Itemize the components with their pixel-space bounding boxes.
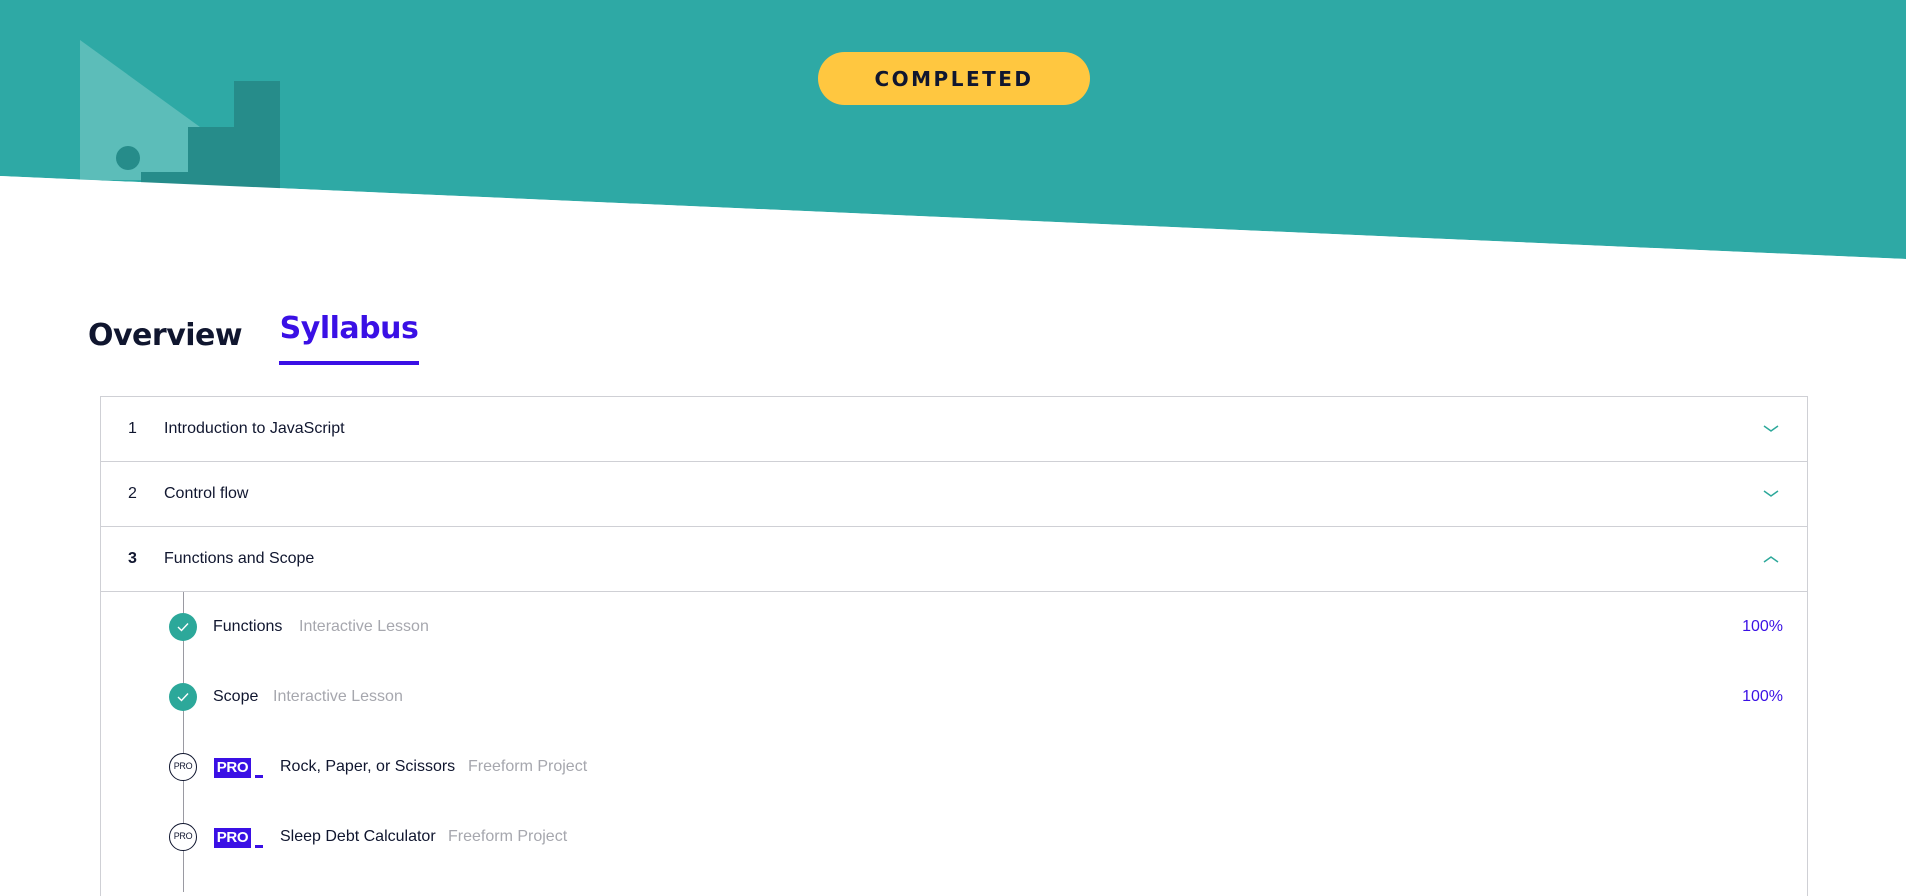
lesson-type: Freeform Project xyxy=(468,758,588,775)
lesson-row-rock-paper-scissors[interactable]: PRO PRO Rock, Paper, or Scissors Freefor… xyxy=(101,747,1807,787)
module-number: 3 xyxy=(128,550,137,567)
tab-overview[interactable]: Overview xyxy=(88,305,243,365)
check-icon xyxy=(177,623,189,632)
lesson-type: Interactive Lesson xyxy=(299,618,429,635)
lesson-title: Sleep Debt Calculator xyxy=(280,828,436,845)
completed-marker xyxy=(169,613,197,641)
lesson-type: Interactive Lesson xyxy=(273,688,403,705)
pro-badge: PRO xyxy=(214,758,251,778)
chevron-up-icon[interactable] xyxy=(1763,551,1779,567)
hero-banner: COMPLETED xyxy=(0,0,1906,260)
lesson-title: Functions xyxy=(213,618,283,635)
chevron-down-icon[interactable] xyxy=(1763,421,1779,437)
module-row-introduction[interactable]: 1 Introduction to JavaScript xyxy=(101,397,1807,462)
lesson-row-functions[interactable]: Functions Interactive Lesson 100% xyxy=(101,607,1807,647)
module-row-control-flow[interactable]: 2 Control flow xyxy=(101,462,1807,527)
module-title: Control flow xyxy=(164,485,249,502)
lesson-type: Freeform Project xyxy=(448,828,568,845)
chevron-down-icon[interactable] xyxy=(1763,486,1779,502)
module-number: 1 xyxy=(128,420,137,437)
lesson-progress: 100% xyxy=(1742,618,1783,635)
lesson-title: Rock, Paper, or Scissors xyxy=(280,758,456,775)
module-title: Functions and Scope xyxy=(164,550,315,567)
hero-background xyxy=(0,0,1906,260)
completed-marker xyxy=(169,683,197,711)
lesson-row-sleep-debt-calculator[interactable]: PRO PRO Sleep Debt Calculator Freeform P… xyxy=(101,817,1807,857)
module-number: 2 xyxy=(128,485,137,502)
pro-badge: PRO xyxy=(214,828,251,848)
pro-cursor-mark xyxy=(255,845,263,848)
check-icon xyxy=(177,693,189,702)
pro-cursor-mark xyxy=(255,775,263,778)
lesson-list: Functions Interactive Lesson 100% Scope … xyxy=(101,592,1807,892)
module-row-functions-and-scope[interactable]: 3 Functions and Scope xyxy=(101,527,1807,592)
tab-syllabus[interactable]: Syllabus xyxy=(279,305,419,365)
lesson-progress: 100% xyxy=(1742,688,1783,705)
lesson-title: Scope xyxy=(213,688,259,705)
pro-marker: PRO xyxy=(169,823,197,851)
pro-marker: PRO xyxy=(169,753,197,781)
syllabus-list: 1 Introduction to JavaScript 2 Control f… xyxy=(100,396,1808,896)
completed-status-button[interactable]: COMPLETED xyxy=(818,52,1090,105)
lesson-row-scope[interactable]: Scope Interactive Lesson 100% xyxy=(101,677,1807,717)
module-title: Introduction to JavaScript xyxy=(164,420,345,437)
